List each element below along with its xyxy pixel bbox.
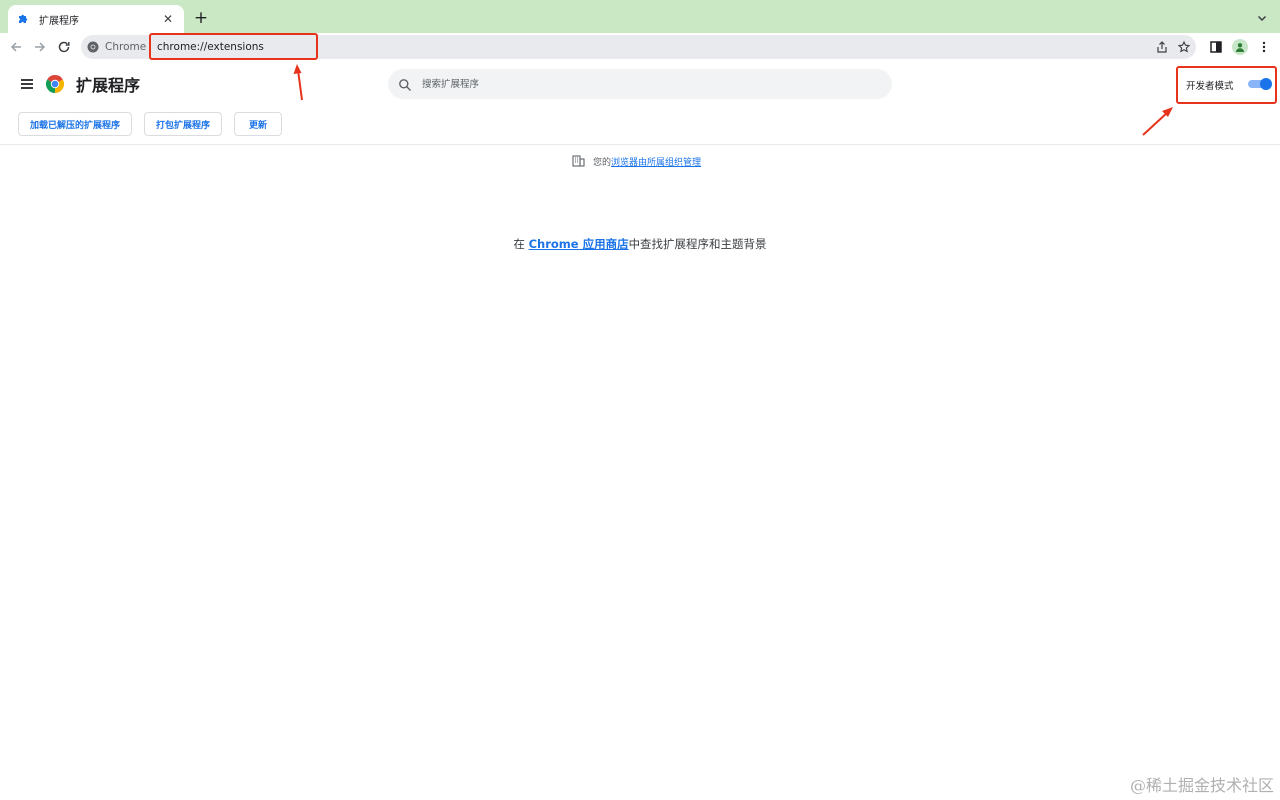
search-box[interactable] xyxy=(388,69,892,99)
tab-close-button[interactable]: ✕ xyxy=(160,11,176,27)
search-input[interactable] xyxy=(422,69,882,99)
empty-prefix: 在 xyxy=(513,237,529,251)
devmode-highlight-box xyxy=(1176,66,1277,104)
new-tab-button[interactable]: + xyxy=(192,9,210,27)
header-divider xyxy=(0,144,1280,145)
search-icon xyxy=(398,77,412,91)
building-icon xyxy=(572,155,585,167)
url-highlight-box xyxy=(149,33,318,60)
share-icon[interactable] xyxy=(1154,39,1170,55)
devmode-arrow xyxy=(1142,107,1173,136)
bookmark-star-icon[interactable] xyxy=(1176,39,1192,55)
site-label: Chrome xyxy=(105,41,147,53)
load-unpacked-button[interactable]: 加载已解压的扩展程序 xyxy=(18,112,133,136)
chrome-small-icon xyxy=(87,41,99,53)
tab-extensions[interactable]: 扩展程序 ✕ xyxy=(8,5,184,33)
reload-icon xyxy=(58,41,70,53)
watermark: @稀土掘金技术社区 xyxy=(1129,776,1274,795)
back-button[interactable] xyxy=(7,38,25,56)
tab-strip: 扩展程序 ✕ + xyxy=(0,0,1280,33)
extensions-header: 扩展程序 开发者模式 xyxy=(0,62,1280,106)
developer-actions: 加载已解压的扩展程序 打包扩展程序 更新 xyxy=(18,112,294,136)
page-title: 扩展程序 xyxy=(76,76,141,95)
update-button[interactable]: 更新 xyxy=(234,112,283,136)
puzzle-icon xyxy=(16,12,30,26)
back-arrow-icon xyxy=(10,42,21,52)
forward-button[interactable] xyxy=(31,38,49,56)
managed-notice: 您的 浏览器由所属组织管理 xyxy=(572,154,701,168)
side-panel-icon[interactable] xyxy=(1207,38,1225,56)
more-menu-icon[interactable] xyxy=(1255,38,1273,56)
empty-suffix: 中查找扩展程序和主题背景 xyxy=(628,237,767,251)
tab-title: 扩展程序 xyxy=(39,15,79,27)
avatar-icon xyxy=(1232,39,1248,55)
web-store-link[interactable]: Chrome 应用商店 xyxy=(529,237,629,251)
reload-button[interactable] xyxy=(55,38,73,56)
chrome-logo-icon xyxy=(45,74,65,94)
managed-link[interactable]: 浏览器由所属组织管理 xyxy=(611,155,701,168)
hamburger-menu-icon[interactable] xyxy=(18,75,36,93)
managed-prefix: 您的 xyxy=(593,157,612,168)
browser-window: 扩展程序 ✕ + Chrome chrome://extensions 扩展程序… xyxy=(0,0,1280,800)
pack-extension-button[interactable]: 打包扩展程序 xyxy=(144,112,223,136)
forward-arrow-icon xyxy=(35,42,46,52)
empty-state-message: 在 Chrome 应用商店中查找扩展程序和主题背景 xyxy=(0,236,1280,252)
tab-search-chevron-icon[interactable] xyxy=(1254,10,1270,26)
profile-avatar[interactable] xyxy=(1231,38,1249,56)
site-info-chip[interactable]: Chrome xyxy=(87,38,146,56)
